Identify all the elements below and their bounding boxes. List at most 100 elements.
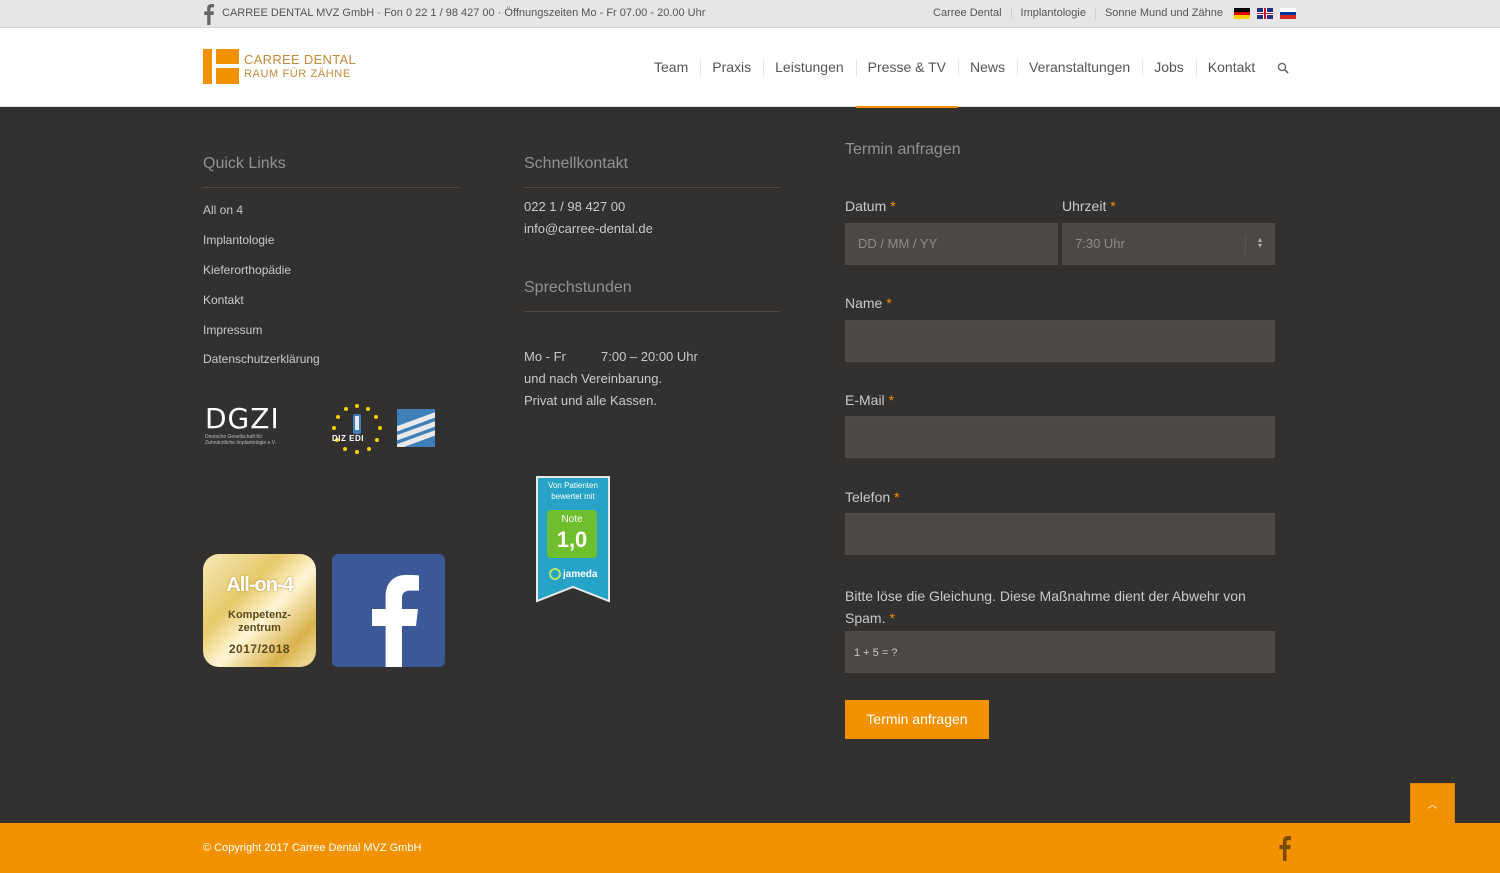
facebook-badge[interactable]	[332, 554, 445, 667]
language-switcher	[1234, 8, 1296, 19]
name-label-text: Name	[845, 295, 883, 311]
english-flag-icon[interactable]	[1257, 8, 1273, 19]
nav-leistungen[interactable]: Leistungen	[763, 28, 856, 107]
logo-text[interactable]: CARREE DENTAL RAUM FÜR ZÄHNE	[244, 53, 356, 81]
nav-veranstaltungen[interactable]: Veranstaltungen	[1017, 28, 1142, 107]
phone-input[interactable]	[845, 513, 1275, 555]
required-mark: *	[889, 610, 895, 626]
logo-title: CARREE DENTAL	[244, 52, 357, 67]
captcha-label-text: Bitte löse die Gleichung. Diese Maßnahme…	[845, 588, 1246, 626]
required-mark: *	[890, 198, 896, 214]
top-bar: CARREE DENTAL MVZ GmbH · Fon 0 22 1 / 98…	[0, 0, 1500, 28]
office-hours-days: Mo - Fr	[524, 349, 566, 364]
contact-email[interactable]: info@carree-dental.de	[524, 221, 653, 236]
divider	[203, 187, 459, 188]
select-divider	[1245, 236, 1246, 254]
jameda-note-label: Note	[561, 514, 583, 525]
chevron-up-icon: ︿	[1427, 800, 1438, 811]
nav-presse-tv[interactable]: Presse & TV	[855, 28, 959, 108]
diz-edi-logo[interactable]: DIZ EDI	[330, 402, 384, 456]
appointment-form-title: Termin anfragen	[845, 141, 961, 158]
contact-title: Schnellkontakt	[524, 155, 629, 172]
quick-links-title: Quick Links	[203, 155, 286, 172]
nav-news[interactable]: News	[957, 28, 1017, 107]
email-label-text: E-Mail	[845, 392, 885, 408]
quick-link-implantologie[interactable]: Implantologie	[203, 233, 274, 247]
logo-icon[interactable]	[203, 49, 239, 84]
date-label-text: Datum	[845, 198, 887, 214]
time-label-text: Uhrzeit	[1062, 198, 1107, 214]
russian-flag-icon[interactable]	[1280, 8, 1296, 19]
divider	[524, 187, 780, 188]
office-hours-title: Sprechstunden	[524, 279, 632, 296]
nav-kontakt[interactable]: Kontakt	[1195, 28, 1267, 107]
contact-info: CARREE DENTAL MVZ GmbH · Fon 0 22 1 / 98…	[222, 7, 706, 19]
dgzi-logo-subtitle: Deutsche Gesellschaft für Zahnärztliche …	[205, 434, 276, 446]
required-mark: *	[888, 392, 895, 408]
nav-team[interactable]: Team	[642, 28, 700, 107]
logo-tagline: RAUM FÜR ZÄHNE	[244, 68, 351, 80]
quick-link-kontakt[interactable]: Kontakt	[203, 293, 244, 307]
quick-link-all-on-4[interactable]: All on 4	[203, 203, 243, 217]
required-mark: *	[894, 489, 900, 505]
time-select[interactable]: 7:30 Uhr ▴ ▾	[1062, 223, 1275, 265]
date-input[interactable]: DD / MM / YY	[845, 223, 1058, 265]
name-input[interactable]	[845, 320, 1275, 362]
all-on-4-title: All-on-4	[226, 574, 293, 596]
jameda-brand: jameda	[563, 569, 598, 580]
stripe-logo[interactable]	[397, 409, 435, 447]
top-link-implantologie[interactable]: Implantologie	[1010, 7, 1095, 19]
email-label: E-Mail *	[845, 392, 894, 408]
german-flag-icon[interactable]	[1234, 8, 1250, 19]
time-select-value: 7:30 Uhr	[1075, 236, 1125, 251]
phone-label-text: Telefon	[845, 489, 891, 505]
jameda-line1: Von Patienten	[548, 481, 598, 490]
required-mark: *	[886, 295, 892, 311]
select-arrows-icon: ▴ ▾	[1257, 235, 1262, 250]
time-label: Uhrzeit *	[1062, 198, 1116, 214]
date-placeholder: DD / MM / YY	[858, 236, 938, 251]
contact-phone[interactable]: 022 1 / 98 427 00	[524, 199, 625, 214]
scroll-to-top-button[interactable]: ︿	[1410, 783, 1455, 828]
all-on-4-year: 2017/2018	[228, 642, 291, 656]
jameda-note-value: 1,0	[556, 527, 588, 552]
facebook-logo-icon	[372, 574, 419, 667]
top-link-sonne-mund[interactable]: Sonne Mund und Zähne	[1094, 7, 1232, 19]
top-links: Carree Dental Implantologie Sonne Mund u…	[924, 7, 1232, 19]
nav-praxis[interactable]: Praxis	[700, 28, 763, 107]
submit-appointment-button[interactable]: Termin anfragen	[845, 700, 989, 739]
search-button[interactable]	[1275, 28, 1305, 107]
all-on-4-subtitle: Kompetenz- zentrum	[203, 609, 316, 635]
top-link-carree-dental[interactable]: Carree Dental	[924, 7, 1010, 19]
required-mark: *	[1110, 198, 1116, 214]
site-header: CARREE DENTAL RAUM FÜR ZÄHNE Team Praxis…	[0, 28, 1500, 108]
office-hours-time: 7:00 – 20:00 Uhr	[601, 349, 698, 364]
diz-edi-label: DIZ EDI	[332, 434, 364, 443]
office-hours-insurance: Privat und alle Kassen.	[524, 393, 657, 408]
jameda-line2: bewertet mit	[551, 492, 595, 501]
captcha-label: Bitte löse die Gleichung. Diese Maßnahme…	[845, 585, 1275, 629]
name-label: Name *	[845, 295, 892, 311]
quick-link-impressum[interactable]: Impressum	[203, 323, 262, 337]
phone-label: Telefon *	[845, 489, 900, 505]
all-on-4-badge[interactable]: All-on-4 Kompetenz- zentrum 2017/2018	[203, 554, 316, 667]
nav-jobs[interactable]: Jobs	[1142, 28, 1196, 107]
main-nav: Team Praxis Leistungen Presse & TV News …	[642, 28, 1305, 108]
facebook-icon[interactable]	[200, 3, 216, 25]
quick-link-kieferorthopaedie[interactable]: Kieferorthopädie	[203, 263, 291, 277]
quick-link-datenschutz[interactable]: Datenschutzerklärung	[203, 352, 320, 366]
captcha-question: 1 + 5 = ?	[854, 647, 898, 659]
captcha-input[interactable]: 1 + 5 = ?	[845, 631, 1275, 673]
office-hours-note: und nach Vereinbarung.	[524, 371, 663, 386]
all-on-4-line2: zentrum	[238, 622, 281, 634]
jameda-rating-badge[interactable]: Von Patienten bewertet mit Note 1,0 jame…	[535, 476, 611, 604]
copyright: © Copyright 2017 Carree Dental MVZ GmbH	[203, 842, 422, 854]
date-label: Datum *	[845, 198, 896, 214]
search-icon	[1277, 62, 1289, 74]
footer-bar: © Copyright 2017 Carree Dental MVZ GmbH	[0, 823, 1500, 873]
all-on-4-line1: Kompetenz-	[228, 609, 291, 621]
facebook-icon[interactable]	[1276, 835, 1292, 861]
dgzi-logo[interactable]: DGZI Deutsche Gesellschaft für Zahnärztl…	[205, 404, 290, 452]
divider	[524, 311, 780, 312]
email-input[interactable]	[845, 416, 1275, 458]
